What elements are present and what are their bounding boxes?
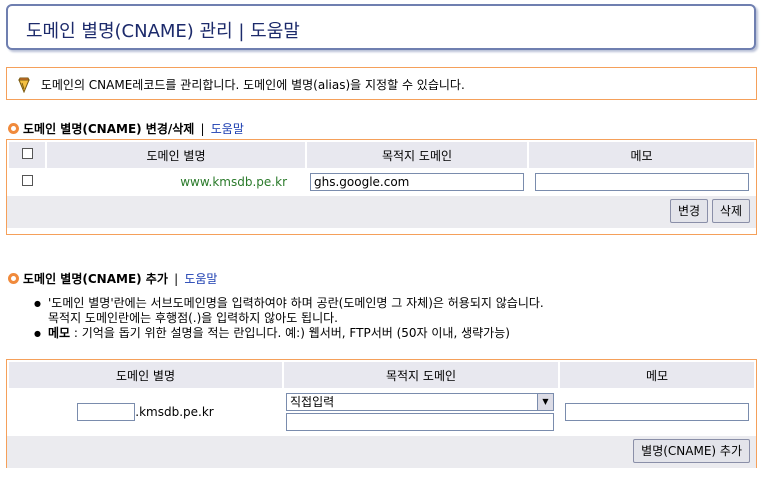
alias-input[interactable] xyxy=(77,403,136,421)
target-input[interactable] xyxy=(286,413,554,431)
edit-help-link[interactable]: 도움말 xyxy=(211,122,244,136)
col-alias: 도메인 별명 xyxy=(9,362,282,388)
add-table-frame: 도메인 별명 목적지 도메인 메모 .kmsdb.pe.kr 직접입력 ▼ 별명… xyxy=(6,359,757,468)
edit-table-frame: 도메인 별명 목적지 도메인 메모 www.kmsdb.pe.kr 변경 삭제 xyxy=(6,139,757,235)
info-text: 도메인의 CNAME레코드를 관리합니다. 도메인에 별명(alias)을 지정… xyxy=(40,78,465,92)
col-target: 목적지 도메인 xyxy=(284,362,558,388)
add-section-title: 도메인 별명(CNAME) 추가 | 도움말 xyxy=(8,270,217,287)
add-notes: '도메인 별명'란에는 서브도메인명을 입력하여야 하며 공란(도메인명 그 자… xyxy=(34,296,544,341)
target-input[interactable] xyxy=(310,173,524,191)
pencil-icon xyxy=(18,77,30,93)
col-target: 목적지 도메인 xyxy=(307,142,527,168)
note-item: '도메인 별명'란에는 서브도메인명을 입력하여야 하며 공란(도메인명 그 자… xyxy=(34,296,544,311)
col-memo: 메모 xyxy=(529,142,754,168)
bullet-circle-icon xyxy=(8,123,19,134)
add-cname-button[interactable]: 별명(CNAME) 추가 xyxy=(633,439,750,463)
target-select[interactable]: 직접입력 ▼ xyxy=(286,393,554,411)
page-title: 도메인 별명(CNAME) 관리 | 도움말 xyxy=(6,4,756,50)
col-memo: 메모 xyxy=(560,362,754,388)
note-item: 메모 : 기억을 돕기 위한 설명을 적는 란입니다. 예:) 웹서버, FTP… xyxy=(34,326,544,341)
add-help-link[interactable]: 도움말 xyxy=(184,272,217,286)
add-form-row: .kmsdb.pe.kr 직접입력 ▼ xyxy=(9,390,754,434)
row-checkbox[interactable] xyxy=(21,175,33,186)
edit-section-title: 도메인 별명(CNAME) 변경/삭제 | 도움말 xyxy=(8,120,244,137)
info-box: 도메인의 CNAME레코드를 관리합니다. 도메인에 별명(alias)을 지정… xyxy=(6,67,757,100)
alias-domain: www.kmsdb.pe.kr xyxy=(180,175,287,189)
edit-table-header: 도메인 별명 목적지 도메인 메모 xyxy=(9,142,754,168)
edit-button-bar: 변경 삭제 xyxy=(7,196,756,228)
note-item: 목적지 도메인란에는 후행점(.)을 입력하지 않아도 됩니다. xyxy=(48,311,338,325)
alias-suffix: .kmsdb.pe.kr xyxy=(135,405,214,419)
memo-input[interactable] xyxy=(534,173,749,191)
change-button[interactable]: 변경 xyxy=(669,199,709,223)
memo-input[interactable] xyxy=(565,403,749,421)
chevron-down-icon[interactable]: ▼ xyxy=(537,394,553,410)
select-all-checkbox[interactable] xyxy=(21,148,33,159)
add-table-header: 도메인 별명 목적지 도메인 메모 xyxy=(9,362,754,388)
col-alias: 도메인 별명 xyxy=(47,142,305,168)
bullet-circle-icon xyxy=(8,273,19,284)
add-table: 도메인 별명 목적지 도메인 메모 .kmsdb.pe.kr 직접입력 ▼ xyxy=(7,360,756,436)
table-row: www.kmsdb.pe.kr xyxy=(9,170,754,194)
delete-button[interactable]: 삭제 xyxy=(711,199,750,223)
add-button-bar: 별명(CNAME) 추가 xyxy=(7,436,756,468)
edit-table: 도메인 별명 목적지 도메인 메모 www.kmsdb.pe.kr xyxy=(7,140,756,196)
